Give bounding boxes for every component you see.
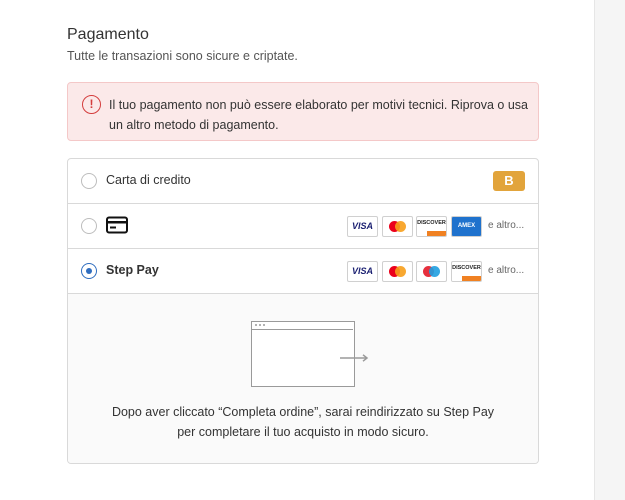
- credit-card-icon: [106, 216, 128, 234]
- right-sidebar-strip: [594, 0, 625, 500]
- payment-methods-list: Carta di credito B VISA DISCOVER AMEX e …: [67, 158, 539, 464]
- payment-method-label: Step Pay: [106, 263, 159, 277]
- radio-card[interactable]: [81, 218, 97, 234]
- visa-logo-icon: VISA: [347, 261, 378, 282]
- discover-text: DISCOVER: [417, 220, 446, 226]
- arrow-right-icon: [340, 354, 369, 362]
- payment-method-step-pay[interactable]: Step Pay VISA DISCOVER e altro...: [68, 249, 538, 294]
- more-brands-text: e altro...: [488, 220, 525, 231]
- discover-text: DISCOVER: [452, 265, 481, 271]
- visa-logo-icon: VISA: [347, 216, 378, 237]
- maestro-logo-icon: [416, 261, 447, 282]
- discover-logo-icon: DISCOVER: [451, 261, 482, 282]
- page-title: Pagamento: [67, 26, 149, 43]
- more-brands-text: e altro...: [488, 265, 525, 276]
- radio-credit-card[interactable]: [81, 173, 97, 189]
- payment-method-card[interactable]: VISA DISCOVER AMEX e altro...: [68, 204, 538, 249]
- mastercard-logo-icon: [382, 261, 413, 282]
- alert-message: Il tuo pagamento non può essere elaborat…: [109, 98, 528, 132]
- redirect-info-text: Dopo aver cliccato “Completa ordine”, sa…: [111, 405, 495, 439]
- radio-step-pay[interactable]: [81, 263, 97, 279]
- mastercard-logo-icon: [382, 216, 413, 237]
- redirect-info-panel: Dopo aver cliccato “Completa ordine”, sa…: [68, 294, 538, 463]
- payment-method-label: Carta di credito: [106, 173, 191, 187]
- error-alert: ! Il tuo pagamento non può essere elabor…: [67, 82, 539, 141]
- payment-method-credit-card[interactable]: Carta di credito B: [68, 159, 538, 204]
- b-badge: B: [493, 171, 525, 191]
- page-subtitle: Tutte le transazioni sono sicure e cript…: [67, 49, 298, 63]
- amex-logo-icon: AMEX: [451, 216, 482, 237]
- alert-circle-icon: !: [82, 95, 101, 114]
- discover-logo-icon: DISCOVER: [416, 216, 447, 237]
